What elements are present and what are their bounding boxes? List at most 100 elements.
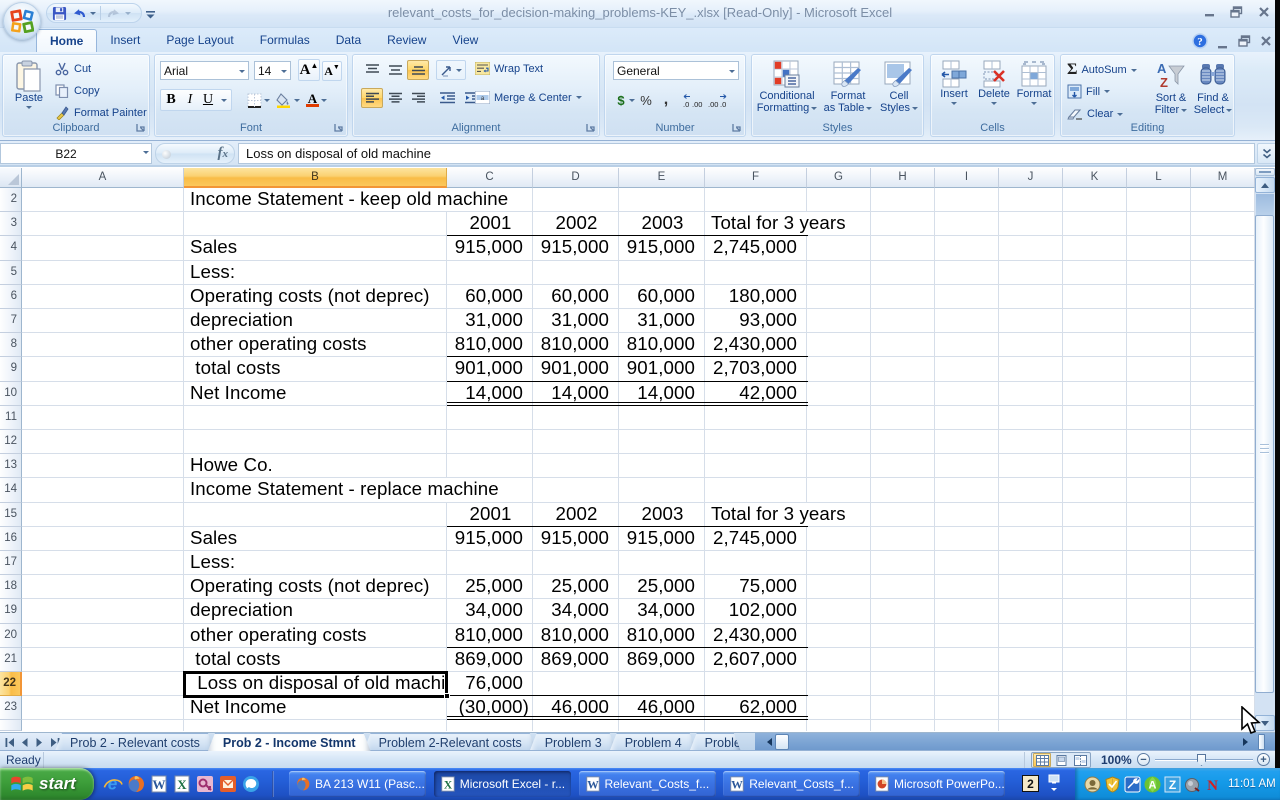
column-header-E[interactable]: E xyxy=(619,168,705,188)
normal-view-button[interactable] xyxy=(1033,753,1051,767)
ribbon-tab-review[interactable]: Review xyxy=(374,29,439,52)
column-header-L[interactable]: L xyxy=(1127,168,1191,188)
cell-styles-button[interactable]: Cell Styles xyxy=(876,60,922,114)
cell-F8[interactable]: 2,430,000 xyxy=(706,333,807,356)
borders-button[interactable] xyxy=(247,93,262,108)
align-center-button[interactable] xyxy=(384,88,406,108)
font-color-dropdown[interactable] xyxy=(321,99,327,102)
page-break-view-button[interactable] xyxy=(1071,753,1089,767)
wrap-text-button[interactable]: Wrap Text xyxy=(475,62,543,75)
format-painter-button[interactable]: Format Painter xyxy=(55,106,147,120)
borders-dropdown[interactable] xyxy=(264,99,270,102)
task-button-4[interactable]: WRelevant_Costs_f... xyxy=(723,771,860,797)
align-middle-button[interactable] xyxy=(384,60,406,80)
cell-D6[interactable]: 60,000 xyxy=(534,285,619,308)
bold-button[interactable]: B xyxy=(161,92,181,108)
next-sheet-button[interactable] xyxy=(34,737,45,748)
cell-B5[interactable]: Less: xyxy=(185,261,447,284)
italic-button[interactable]: I xyxy=(181,92,199,108)
cell-C8[interactable]: 810,000 xyxy=(448,333,533,356)
cell-E9[interactable]: 901,000 xyxy=(620,357,705,380)
cell-E3[interactable]: 2003 xyxy=(620,212,705,235)
zoom-slider-thumb[interactable] xyxy=(1197,754,1206,766)
cell-E16[interactable]: 915,000 xyxy=(620,527,705,550)
split-handle[interactable] xyxy=(1255,168,1275,176)
scroll-right-button[interactable] xyxy=(1237,734,1253,750)
prev-sheet-button[interactable] xyxy=(19,737,30,748)
cell-C16[interactable]: 915,000 xyxy=(448,527,533,550)
conditional-formatting-button[interactable]: Conditional Formatting xyxy=(756,60,818,114)
column-header-K[interactable]: K xyxy=(1063,168,1127,188)
ribbon-tab-page-layout[interactable]: Page Layout xyxy=(153,29,246,52)
row-header-14[interactable]: 14 xyxy=(0,478,22,502)
increase-decimal-button[interactable]: .0.00 xyxy=(679,93,705,108)
number-dialog-launcher[interactable] xyxy=(731,122,743,134)
row-header-19[interactable]: 19 xyxy=(0,599,22,623)
cell-F4[interactable]: 2,745,000 xyxy=(706,236,807,259)
column-header-C[interactable]: C xyxy=(447,168,533,188)
start-button[interactable]: start xyxy=(0,768,94,800)
name-box-dropdown[interactable] xyxy=(143,151,149,154)
sheet-tab-prob-2-relevant-costs[interactable]: Prob 2 - Relevant costs xyxy=(55,733,215,751)
help-button[interactable]: ? xyxy=(1192,33,1208,54)
column-header-J[interactable]: J xyxy=(999,168,1063,188)
formula-input[interactable]: Loss on disposal of old machine xyxy=(238,143,1255,164)
row-header-15[interactable]: 15 xyxy=(0,503,22,527)
row-header-17[interactable]: 17 xyxy=(0,551,22,575)
cell-C7[interactable]: 31,000 xyxy=(448,309,533,332)
office-button[interactable] xyxy=(3,2,41,40)
cell-D9[interactable]: 901,000 xyxy=(534,357,619,380)
cell-B10[interactable]: Net Income xyxy=(185,382,447,405)
select-all-corner[interactable] xyxy=(0,168,22,188)
cell-B21[interactable]: total costs xyxy=(185,648,447,671)
copy-button[interactable]: Copy xyxy=(55,84,100,98)
cell-E20[interactable]: 810,000 xyxy=(620,624,705,647)
close-button[interactable] xyxy=(1255,4,1272,19)
row-header-2[interactable]: 2 xyxy=(0,188,22,212)
quick-launch-word[interactable]: W xyxy=(149,774,169,794)
fill-color-dropdown[interactable] xyxy=(294,99,300,102)
underline-dropdown[interactable] xyxy=(221,99,227,102)
column-header-M[interactable]: M xyxy=(1191,168,1255,188)
task-button-2[interactable]: XMicrosoft Excel - r... xyxy=(434,771,571,797)
number-format-select[interactable]: General xyxy=(613,61,739,80)
cell-C18[interactable]: 25,000 xyxy=(448,575,533,598)
fill-handle[interactable] xyxy=(444,693,450,699)
cell-B23[interactable]: Net Income xyxy=(185,696,447,719)
scrollbar-thumb[interactable] xyxy=(1255,215,1274,693)
align-left-button[interactable] xyxy=(361,88,383,108)
row-header-4[interactable]: 4 xyxy=(0,236,22,260)
row-header-12[interactable]: 12 xyxy=(0,430,22,454)
cell-C6[interactable]: 60,000 xyxy=(448,285,533,308)
tray-zotero-icon[interactable]: Z xyxy=(1164,776,1181,793)
cell-E19[interactable]: 34,000 xyxy=(620,599,705,622)
cell-E7[interactable]: 31,000 xyxy=(620,309,705,332)
sheet-tab-proble[interactable]: Proble xyxy=(690,733,741,751)
row-header-9[interactable]: 9 xyxy=(0,357,22,381)
zoom-in-button[interactable]: + xyxy=(1257,753,1270,766)
row-header-8[interactable]: 8 xyxy=(0,333,22,357)
cell-E15[interactable]: 2003 xyxy=(620,503,705,526)
restore-button[interactable] xyxy=(1228,4,1245,19)
quick-launch-firefox[interactable] xyxy=(126,774,146,794)
cell-D18[interactable]: 25,000 xyxy=(534,575,619,598)
cell-F6[interactable]: 180,000 xyxy=(706,285,807,308)
cell-B4[interactable]: Sales xyxy=(185,236,447,259)
fill-button[interactable]: Fill xyxy=(1067,84,1110,99)
quick-launch-excel[interactable]: X xyxy=(172,774,192,794)
cell-E21[interactable]: 869,000 xyxy=(620,648,705,671)
vertical-scrollbar[interactable] xyxy=(1255,168,1275,732)
cell-C15[interactable]: 2001 xyxy=(448,503,533,526)
cell-D20[interactable]: 810,000 xyxy=(534,624,619,647)
decrease-indent-button[interactable] xyxy=(435,88,459,108)
font-name-select[interactable]: Arial xyxy=(160,61,249,80)
cell-D16[interactable]: 915,000 xyxy=(534,527,619,550)
cell-F18[interactable]: 75,000 xyxy=(706,575,807,598)
language-bar[interactable]: 2 xyxy=(1014,768,1072,800)
ribbon-tab-home[interactable]: Home xyxy=(36,29,97,52)
hscrollbar-thumb[interactable] xyxy=(775,734,789,750)
column-header-I[interactable]: I xyxy=(935,168,999,188)
align-top-button[interactable] xyxy=(361,60,383,80)
ribbon-tab-formulas[interactable]: Formulas xyxy=(247,29,323,52)
expand-formula-bar-button[interactable] xyxy=(1257,143,1277,164)
